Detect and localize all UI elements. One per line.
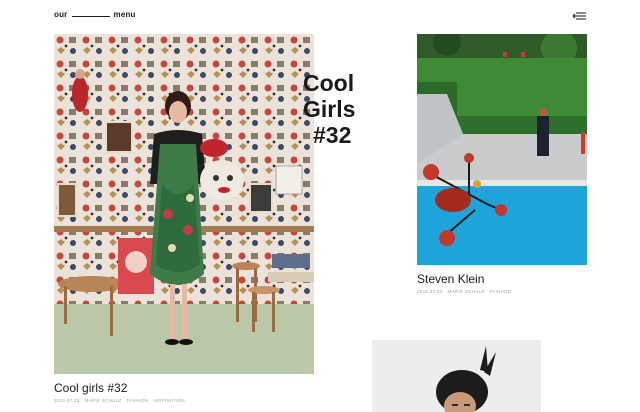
article-title[interactable]: Steven Klein: [417, 272, 484, 286]
article-photo[interactable]: [372, 340, 541, 412]
meta-category[interactable]: Fashion: [486, 289, 511, 294]
meta-category[interactable]: Fashion: [123, 398, 148, 403]
featured-photo-illustration: [54, 34, 314, 374]
article-card[interactable]: Steven Klein 2015.07.23 Marie Schulz Fas…: [417, 34, 589, 296]
overlay-title-line: Girls: [303, 96, 356, 122]
meta-author[interactable]: Marie Schulz: [81, 398, 121, 403]
meta-date: 2015.07.23: [417, 289, 443, 294]
brand-word-right: menu: [113, 10, 136, 19]
secondary-photo-illustration: [417, 34, 587, 265]
meta-author[interactable]: Marie Schulz: [444, 289, 484, 294]
brand-word-left: our: [54, 10, 68, 19]
overlay-title-line: #32: [313, 122, 352, 148]
featured-article-card[interactable]: Cool girls #32 2015.07.23 Marie Schulz F…: [54, 34, 316, 410]
top-bar: our menu: [0, 0, 640, 32]
hamburger-arrow-icon[interactable]: [572, 12, 586, 20]
featured-overlay-title[interactable]: Cool Girls #32: [303, 70, 373, 148]
meta-category[interactable]: Inspiration: [150, 398, 185, 403]
featured-article-title[interactable]: Cool girls #32: [54, 381, 127, 395]
featured-article-photo[interactable]: [54, 34, 314, 374]
featured-article-meta: 2015.07.23 Marie Schulz Fashion Inspirat…: [54, 398, 185, 403]
partial-photo-illustration: [372, 340, 541, 412]
brand-divider-line: [71, 16, 110, 17]
article-meta: 2015.07.23 Marie Schulz Fashion: [417, 289, 511, 294]
overlay-title-line: Cool: [303, 70, 355, 96]
article-photo[interactable]: [417, 34, 587, 265]
article-card-partial[interactable]: [372, 340, 542, 412]
brand-logo[interactable]: our menu: [54, 10, 136, 19]
meta-date: 2015.07.23: [54, 398, 80, 403]
